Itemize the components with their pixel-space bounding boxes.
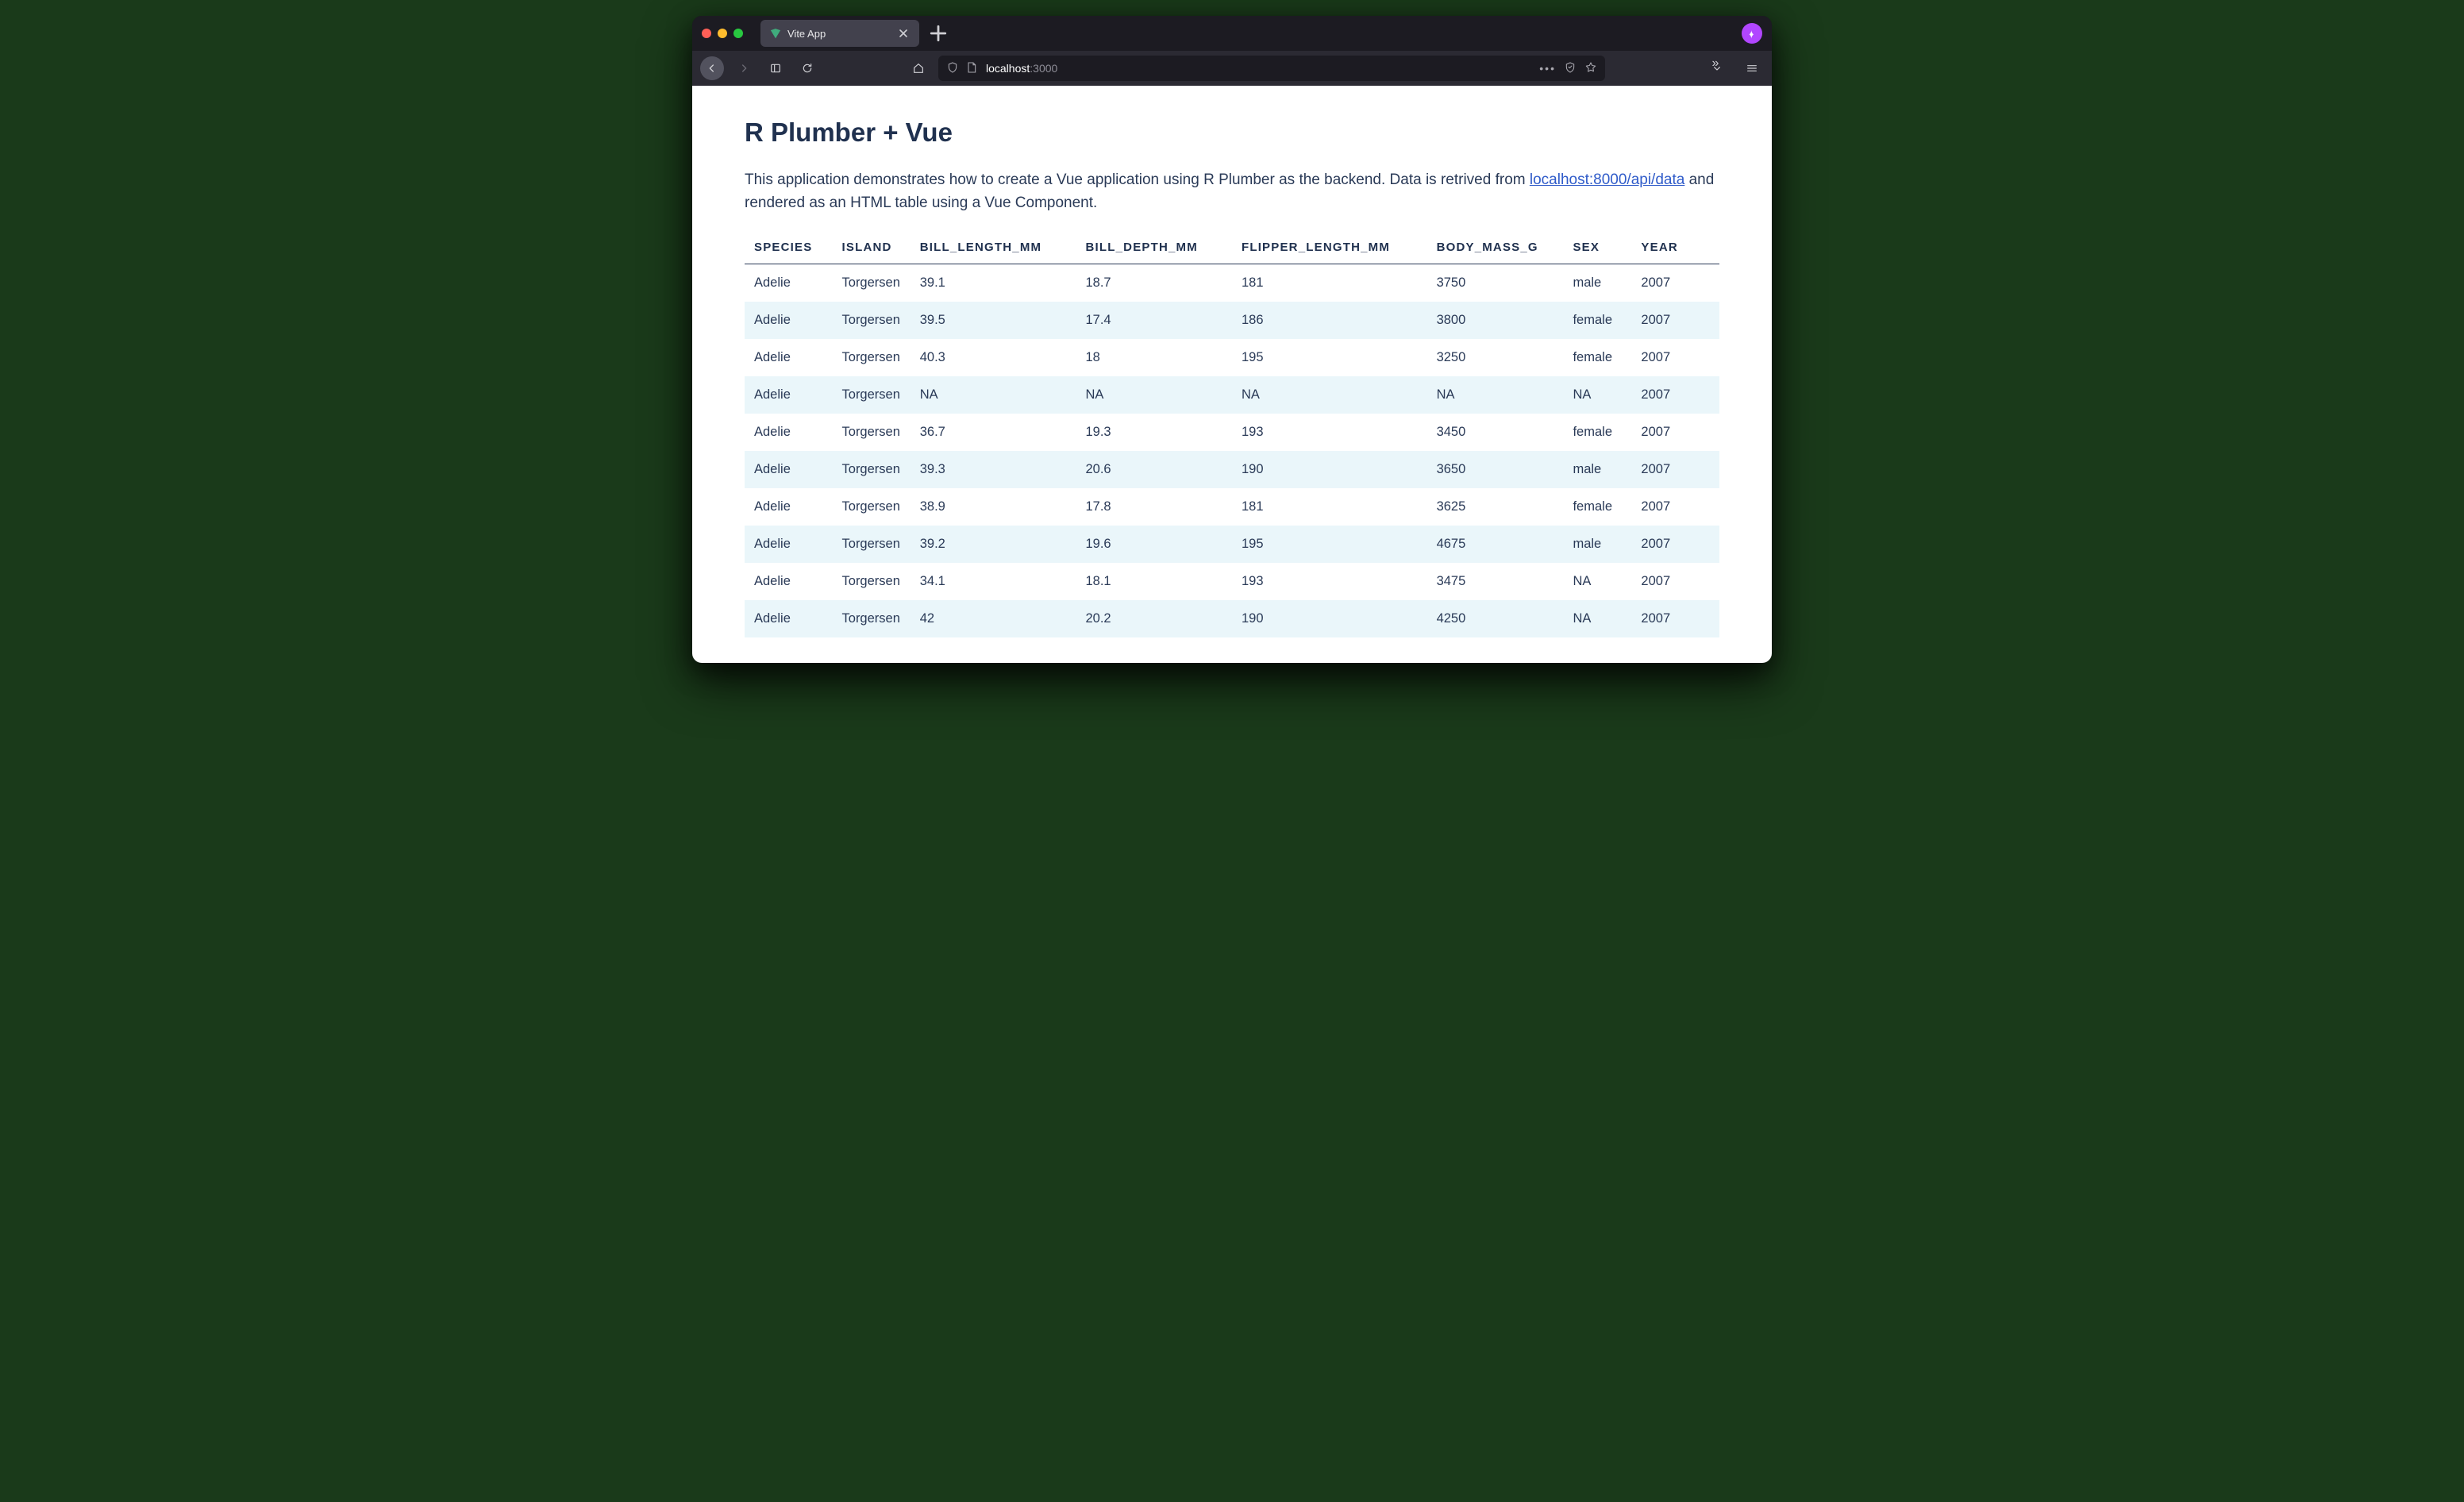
tab-title: Vite App xyxy=(787,28,891,40)
table-row: AdelieTorgersen34.118.11933475NA2007 xyxy=(745,563,1719,600)
reader-view-icon[interactable] xyxy=(1564,61,1577,76)
col-island: ISLAND xyxy=(833,233,911,264)
page-content: R Plumber + Vue This application demonst… xyxy=(692,86,1772,663)
page-lead: This application demonstrates how to cre… xyxy=(745,168,1719,215)
table-row: AdelieTorgersenNANANANANA2007 xyxy=(745,376,1719,414)
forward-button[interactable] xyxy=(732,56,756,80)
lead-before: This application demonstrates how to cre… xyxy=(745,171,1530,188)
minimize-window-button[interactable] xyxy=(718,29,727,38)
col-body-mass: BODY_MASS_G xyxy=(1427,233,1564,264)
overflow-button[interactable]: » xyxy=(1708,56,1732,80)
col-year: YEAR xyxy=(1631,233,1719,264)
more-actions-icon[interactable]: ••• xyxy=(1539,62,1556,75)
penguins-table: SPECIES ISLAND BILL_LENGTH_MM BILL_DEPTH… xyxy=(745,233,1719,637)
vite-icon xyxy=(770,28,781,39)
page-title: R Plumber + Vue xyxy=(745,117,1719,148)
home-button[interactable] xyxy=(907,56,930,80)
table-row: AdelieTorgersen39.118.71813750male2007 xyxy=(745,264,1719,302)
titlebar: Vite App xyxy=(692,16,1772,51)
url-display: localhost:3000 xyxy=(986,62,1057,75)
table-body: AdelieTorgersen39.118.71813750male2007 A… xyxy=(745,264,1719,637)
address-bar[interactable]: localhost:3000 ••• xyxy=(938,56,1605,81)
window-controls xyxy=(702,29,743,38)
table-row: AdelieTorgersen4220.21904250NA2007 xyxy=(745,600,1719,637)
col-flipper-length: FLIPPER_LENGTH_MM xyxy=(1232,233,1427,264)
browser-window: Vite App xyxy=(692,16,1772,663)
col-sex: SEX xyxy=(1563,233,1631,264)
toolbar: localhost:3000 ••• » xyxy=(692,51,1772,86)
account-badge[interactable] xyxy=(1742,23,1762,44)
bookmark-icon[interactable] xyxy=(1584,61,1597,76)
page-info-icon[interactable] xyxy=(965,61,978,76)
url-port: :3000 xyxy=(1030,62,1057,75)
reload-button[interactable] xyxy=(795,56,819,80)
menu-button[interactable] xyxy=(1740,56,1764,80)
browser-tab[interactable]: Vite App xyxy=(760,20,919,47)
table-row: AdelieTorgersen39.219.61954675male2007 xyxy=(745,526,1719,563)
maximize-window-button[interactable] xyxy=(733,29,743,38)
shield-icon[interactable] xyxy=(946,61,959,76)
sidebar-toggle-button[interactable] xyxy=(764,56,787,80)
table-header-row: SPECIES ISLAND BILL_LENGTH_MM BILL_DEPTH… xyxy=(745,233,1719,264)
close-tab-button[interactable] xyxy=(897,27,910,40)
table-row: AdelieTorgersen38.917.81813625female2007 xyxy=(745,488,1719,526)
table-row: AdelieTorgersen40.3181953250female2007 xyxy=(745,339,1719,376)
close-window-button[interactable] xyxy=(702,29,711,38)
back-button[interactable] xyxy=(700,56,724,80)
table-row: AdelieTorgersen39.517.41863800female2007 xyxy=(745,302,1719,339)
api-link[interactable]: localhost:8000/api/data xyxy=(1530,171,1684,188)
col-bill-depth: BILL_DEPTH_MM xyxy=(1076,233,1232,264)
table-row: AdelieTorgersen39.320.61903650male2007 xyxy=(745,451,1719,488)
col-bill-length: BILL_LENGTH_MM xyxy=(911,233,1076,264)
table-row: AdelieTorgersen36.719.31933450female2007 xyxy=(745,414,1719,451)
col-species: SPECIES xyxy=(745,233,833,264)
url-host: localhost xyxy=(986,62,1030,75)
new-tab-button[interactable] xyxy=(927,22,949,44)
